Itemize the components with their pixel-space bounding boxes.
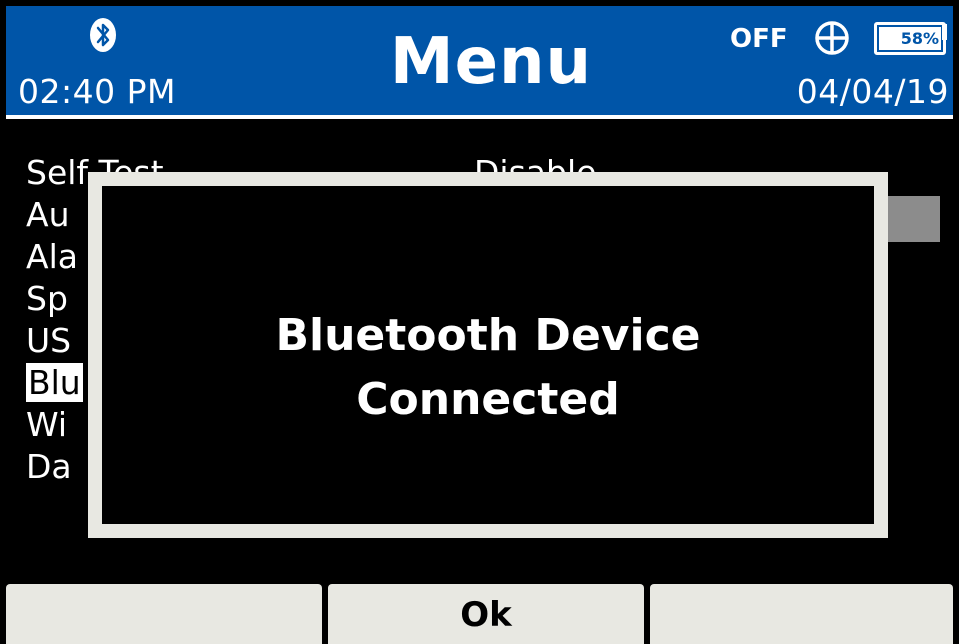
dialog-message: Bluetooth Device Connected [102,304,874,432]
menu-item-label: Ala [26,237,78,276]
page-title: Menu [389,25,593,99]
date-display: 04/04/19 [796,72,949,111]
header-bar: 02:40 PM Menu OFF 58% 04/04/19 [6,6,953,119]
menu-item-label: Sp [26,279,68,318]
battery-icon: 58% [874,22,946,55]
menu-item-label: Wi [26,405,68,444]
bluetooth-dialog: Bluetooth Device Connected [88,172,888,538]
gps-status: OFF [730,24,788,54]
battery-level: 58% [877,25,943,52]
softkey-left[interactable] [6,584,322,644]
menu-item-label: Au [26,195,70,234]
battery-terminal [942,24,947,40]
softkey-bar: Ok [0,584,959,644]
clock-time: 02:40 PM [18,72,176,111]
crosshair-icon [815,21,849,55]
dialog-line-2: Connected [356,374,620,425]
bluetooth-icon [90,18,116,52]
menu-item-label: US [26,321,72,360]
device-screen: 02:40 PM Menu OFF 58% 04/04/19 Self Test… [0,0,959,644]
softkey-right[interactable] [650,584,953,644]
ok-button[interactable]: Ok [328,584,644,644]
menu-item-label: Blu [26,363,83,402]
dialog-line-1: Bluetooth Device [275,310,701,361]
menu-item-label: Da [26,447,72,486]
